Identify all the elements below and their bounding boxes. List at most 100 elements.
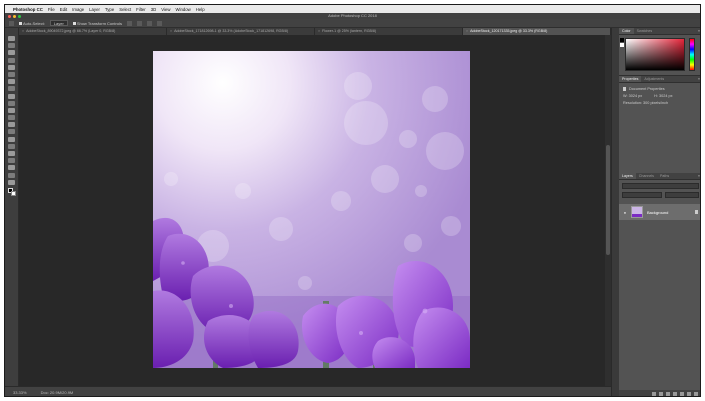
gradient-tool-icon[interactable]: [8, 115, 15, 121]
document-tabs: × AdobeStock_89049372.jpeg @ 66.7% (Layer…: [19, 28, 611, 35]
menu-layer[interactable]: Layer: [89, 7, 100, 12]
bg-swatch-mini[interactable]: [620, 43, 624, 47]
menu-filter[interactable]: Filter: [136, 7, 146, 12]
layers-list: ● Background: [619, 180, 700, 380]
layer-name[interactable]: Background: [647, 210, 668, 215]
menu-type[interactable]: Type: [105, 7, 114, 12]
close-tab-icon[interactable]: ×: [466, 29, 468, 33]
menu-3d[interactable]: 3D: [151, 7, 157, 12]
new-layer-icon[interactable]: [687, 392, 691, 396]
height-value[interactable]: H: 3024 px: [654, 93, 672, 100]
tab-layers[interactable]: Layers: [619, 173, 636, 179]
lasso-tool-icon[interactable]: [8, 50, 15, 56]
tools-panel: [5, 28, 19, 396]
menu-edit[interactable]: Edit: [60, 7, 67, 12]
panel-menu-icon[interactable]: ≡: [698, 28, 700, 34]
layer-row-background[interactable]: ● Background: [619, 204, 700, 220]
brush-tool-icon[interactable]: [8, 86, 15, 92]
crop-tool-icon[interactable]: [8, 64, 15, 70]
eyedropper-tool-icon[interactable]: [8, 71, 15, 77]
document-tab[interactable]: × Flower-1 @ 25% (lantern, RGB/8): [315, 28, 463, 35]
document-workspace[interactable]: [19, 35, 611, 392]
path-selection-tool-icon[interactable]: [8, 151, 15, 156]
visibility-eye-icon[interactable]: ●: [622, 210, 628, 215]
width-value[interactable]: W: 3024 px: [623, 93, 642, 100]
type-tool-icon[interactable]: [8, 143, 15, 149]
background-color-swatch[interactable]: [11, 191, 16, 196]
document-canvas[interactable]: [153, 51, 470, 368]
properties-title: Document Properties: [629, 87, 665, 91]
zoom-window-button[interactable]: [18, 14, 21, 18]
menu-file[interactable]: File: [48, 7, 55, 12]
tab-paths[interactable]: Paths: [657, 173, 672, 179]
blur-tool-icon[interactable]: [8, 122, 15, 128]
menu-select[interactable]: Select: [119, 7, 131, 12]
pen-tool-icon[interactable]: [8, 136, 15, 142]
auto-select-checkbox[interactable]: Auto-Select:: [19, 21, 45, 26]
document-tab-label: AdobeStock_89049372.jpeg @ 66.7% (Layer …: [26, 29, 116, 33]
blend-mode-select[interactable]: [622, 192, 662, 198]
tab-channels[interactable]: Channels: [636, 173, 657, 179]
show-transform-checkbox[interactable]: Show Transform Controls: [72, 21, 122, 26]
document-tab-label: AdobeStock_120171335.jpeg @ 33.3% (RGB/8…: [470, 29, 548, 33]
minimize-window-button[interactable]: [13, 14, 16, 18]
align-left-icon[interactable]: [126, 20, 132, 26]
opacity-field[interactable]: [665, 192, 699, 198]
add-mask-icon[interactable]: [666, 392, 670, 396]
more-tools-icon[interactable]: [8, 179, 15, 185]
menu-image[interactable]: Image: [72, 7, 84, 12]
dodge-tool-icon[interactable]: [8, 129, 15, 135]
hue-slider[interactable]: [689, 38, 695, 71]
eraser-tool-icon[interactable]: [8, 107, 15, 113]
align-right-icon[interactable]: [146, 20, 152, 26]
document-size[interactable]: Doc: 20.9M/20.9M: [41, 390, 74, 395]
rectangle-tool-icon[interactable]: [8, 158, 15, 164]
move-tool-preset-icon[interactable]: [9, 20, 14, 26]
marquee-tool-icon[interactable]: [8, 43, 15, 49]
new-group-icon[interactable]: [680, 392, 684, 396]
vertical-scroll-thumb[interactable]: [606, 145, 610, 255]
document-tab-label: Flower-1 @ 25% (lantern, RGB/8): [322, 29, 377, 33]
clone-stamp-tool-icon[interactable]: [8, 93, 15, 99]
properties-panel: Properties Adjustments ≡ Document Proper…: [619, 76, 700, 186]
tab-adjustments[interactable]: Adjustments: [641, 76, 667, 82]
color-field[interactable]: [625, 38, 685, 71]
tab-swatches[interactable]: Swatches: [634, 28, 656, 34]
healing-brush-tool-icon[interactable]: [8, 79, 15, 85]
app-menu[interactable]: Photoshop CC: [13, 7, 43, 12]
zoom-tool-icon[interactable]: [8, 172, 15, 178]
distribute-icon[interactable]: [156, 20, 162, 26]
options-bar: Auto-Select: Layer Show Transform Contro…: [5, 19, 700, 28]
fg-swatch-mini[interactable]: [620, 38, 624, 42]
delete-layer-icon[interactable]: [694, 392, 698, 396]
close-window-button[interactable]: [8, 14, 11, 18]
history-brush-tool-icon[interactable]: [8, 100, 15, 106]
menu-help[interactable]: Help: [196, 7, 205, 12]
panel-menu-icon[interactable]: ≡: [698, 76, 700, 82]
adjustment-layer-icon[interactable]: [673, 392, 677, 396]
document-tab[interactable]: × AdobeStock_89049372.jpeg @ 66.7% (Layer…: [19, 28, 167, 35]
document-tab-active[interactable]: × AdobeStock_120171335.jpeg @ 33.3% (RGB/…: [463, 28, 611, 35]
color-panel-header: Color Swatches ≡: [619, 28, 700, 35]
tab-properties[interactable]: Properties: [619, 76, 642, 82]
link-layers-icon[interactable]: [652, 392, 656, 396]
close-tab-icon[interactable]: ×: [318, 29, 320, 33]
menu-view[interactable]: View: [161, 7, 170, 12]
document-tab[interactable]: × AdobeStock_171812698-1 @ 33.3% (AdobeSt…: [167, 28, 315, 35]
zoom-level[interactable]: 33.33%: [13, 390, 27, 395]
panel-menu-icon[interactable]: ≡: [698, 173, 700, 179]
move-tool-icon[interactable]: [8, 36, 15, 41]
auto-select-label: Auto-Select:: [23, 20, 45, 26]
hand-tool-icon[interactable]: [8, 165, 15, 171]
menu-window[interactable]: Window: [175, 7, 190, 12]
close-tab-icon[interactable]: ×: [22, 29, 24, 33]
close-tab-icon[interactable]: ×: [170, 29, 172, 33]
layer-filter-select[interactable]: [622, 183, 699, 189]
align-center-icon[interactable]: [136, 20, 142, 26]
add-style-icon[interactable]: [659, 392, 663, 396]
quick-select-tool-icon[interactable]: [8, 57, 15, 63]
blend-opacity-row: [622, 192, 699, 198]
auto-select-target-select[interactable]: Layer: [49, 20, 68, 26]
tab-color[interactable]: Color: [619, 28, 634, 34]
photoshop-window: Photoshop CC File Edit Image Layer Type …: [4, 4, 701, 397]
